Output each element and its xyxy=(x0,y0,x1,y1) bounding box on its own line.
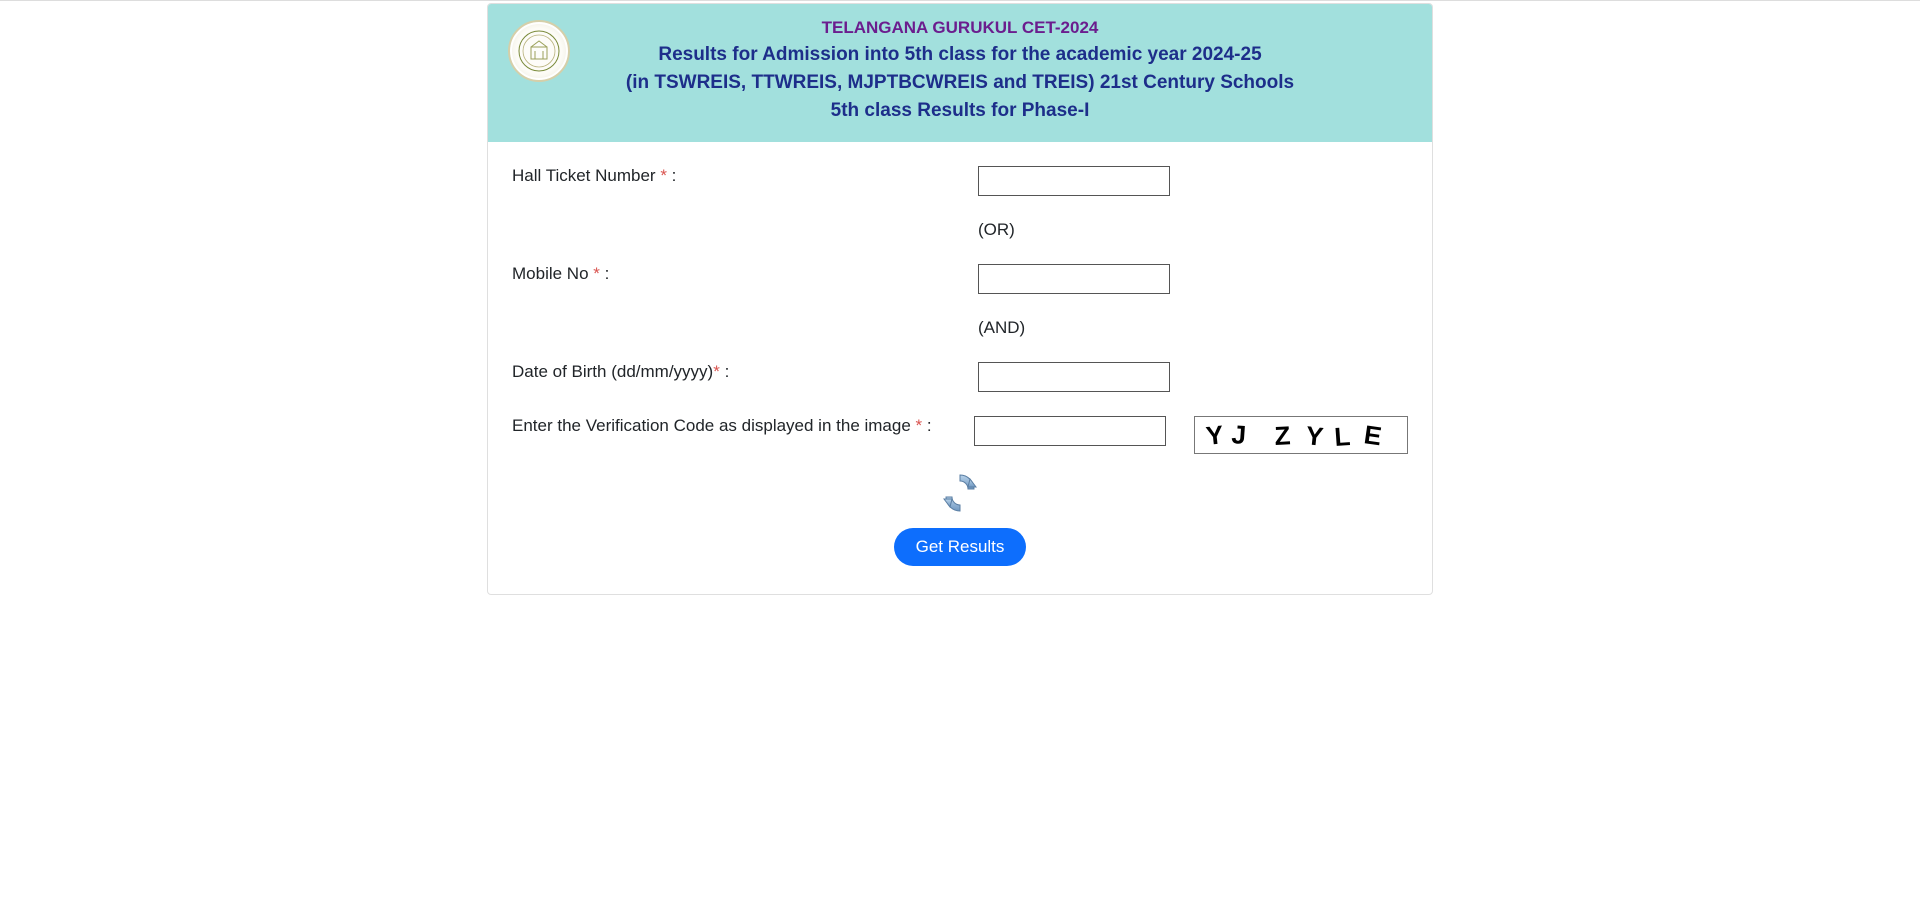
captcha-label: Enter the Verification Code as displayed… xyxy=(512,416,974,436)
dob-label-text: Date of Birth (dd/mm/yyyy) xyxy=(512,362,713,381)
header-line-3: (in TSWREIS, TTWREIS, MJPTBCWREIS and TR… xyxy=(506,72,1414,94)
header-line-2: Results for Admission into 5th class for… xyxy=(506,44,1414,66)
captcha-image: Y J Z Y L E xyxy=(1194,416,1408,454)
and-separator: (AND) xyxy=(978,318,1408,338)
results-card: TELANGANA GURUKUL CET-2024 Results for A… xyxy=(487,3,1433,595)
svg-text:Z: Z xyxy=(1274,420,1292,451)
mobile-label-text: Mobile No xyxy=(512,264,593,283)
header-line-4: 5th class Results for Phase-I xyxy=(506,100,1414,122)
required-mark: * xyxy=(660,166,667,185)
captcha-label-text: Enter the Verification Code as displayed… xyxy=(512,416,916,435)
label-colon: : xyxy=(922,416,931,435)
or-separator: (OR) xyxy=(978,220,1408,240)
banner: TELANGANA GURUKUL CET-2024 Results for A… xyxy=(488,4,1432,142)
label-colon: : xyxy=(667,166,676,185)
form-area: Hall Ticket Number * : (OR) Mobile No * … xyxy=(488,142,1432,594)
label-colon: : xyxy=(600,264,609,283)
required-mark: * xyxy=(713,362,720,381)
mobile-input[interactable] xyxy=(978,264,1170,294)
dob-label: Date of Birth (dd/mm/yyyy)* : xyxy=(512,362,978,382)
svg-text:Y: Y xyxy=(1204,419,1224,451)
svg-text:J: J xyxy=(1231,419,1248,450)
label-colon: : xyxy=(720,362,729,381)
get-results-button[interactable]: Get Results xyxy=(894,528,1027,566)
mobile-label: Mobile No * : xyxy=(512,264,978,284)
captcha-input[interactable] xyxy=(974,416,1166,446)
required-mark: * xyxy=(593,264,600,283)
refresh-captcha-icon[interactable] xyxy=(942,469,978,522)
hall-ticket-label: Hall Ticket Number * : xyxy=(512,166,978,186)
hall-ticket-input[interactable] xyxy=(978,166,1170,196)
svg-text:Y: Y xyxy=(1304,420,1324,452)
state-emblem xyxy=(508,20,570,82)
dob-input[interactable] xyxy=(978,362,1170,392)
header-line-1: TELANGANA GURUKUL CET-2024 xyxy=(506,18,1414,38)
svg-text:L: L xyxy=(1333,421,1351,452)
hall-ticket-label-text: Hall Ticket Number xyxy=(512,166,660,185)
